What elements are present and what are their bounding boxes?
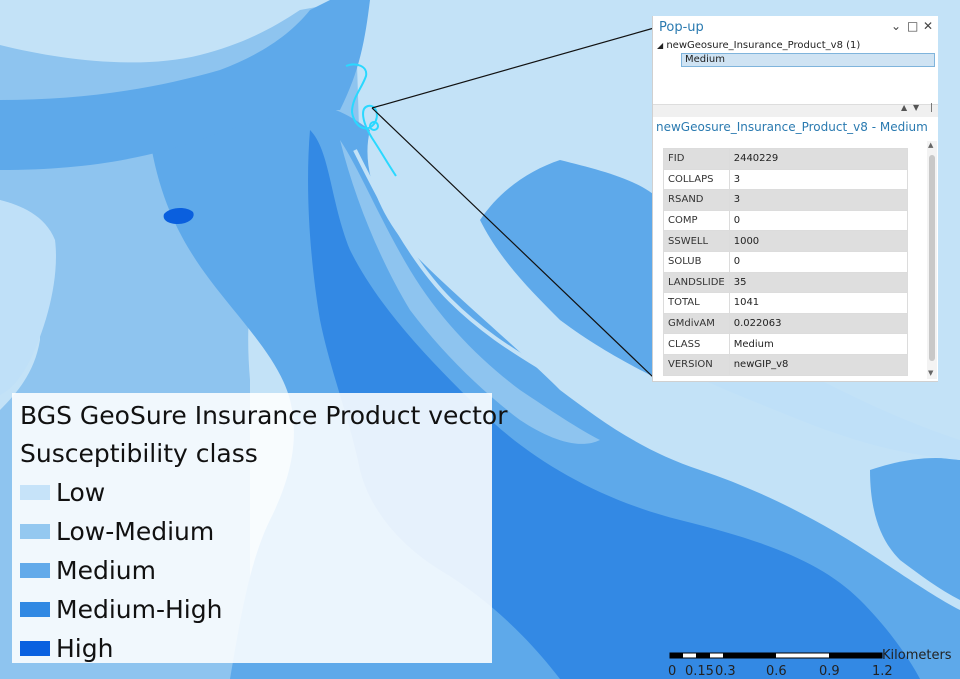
tree-expand-icon[interactable]: ◢ [657, 41, 663, 50]
attribute-field: COMP [663, 209, 730, 232]
attribute-row: COMP 0 [663, 209, 909, 232]
attribute-field: FID [663, 148, 730, 170]
popup-layer-label: newGeosure_Insurance_Product_v8 (1) [666, 40, 861, 51]
attribute-field: VERSION [663, 353, 730, 376]
attribute-value: 35 [728, 271, 909, 294]
attribute-row: FID 2440229 [663, 148, 909, 170]
attribute-field: RSAND [663, 189, 730, 211]
popup-title: Pop-up [659, 20, 704, 35]
attribute-field: SOLUB [663, 250, 730, 273]
attribute-value: 1041 [728, 292, 909, 314]
attribute-field: SSWELL [663, 230, 730, 252]
attribute-row: VERSION newGIP_v8 [663, 353, 909, 376]
scrollbar-down-icon[interactable]: ▼ [928, 369, 933, 377]
attribute-field: LANDSLIDE [663, 271, 730, 294]
attribute-field: GMdivAM [663, 312, 730, 335]
scale-bar-label: 1.2 [872, 664, 893, 679]
scale-bar-unit: Kilometers [882, 648, 952, 663]
legend-label-high: High [56, 633, 114, 663]
attribute-row: TOTAL 1041 [663, 292, 909, 314]
scale-bar-label: 0 [668, 664, 677, 679]
legend-swatch-medium-high [20, 601, 50, 617]
popup-layer-node[interactable]: ◢ newGeosure_Insurance_Product_v8 (1) [657, 40, 860, 51]
legend-item-low: Low [20, 475, 105, 509]
attribute-field: COLLAPS [663, 168, 730, 191]
attribute-row: CLASS Medium [663, 333, 909, 355]
attribute-value: 3 [728, 168, 909, 191]
popup-panel: Pop-up ⌄ □ ✕ ◢ newGeosure_Insurance_Prod… [652, 16, 938, 382]
attribute-value: newGIP_v8 [728, 353, 909, 376]
map-legend: BGS GeoSure Insurance Product vector Sus… [12, 393, 508, 665]
legend-label-medium: Medium [56, 555, 156, 585]
attribute-value: 3 [728, 189, 909, 211]
attribute-row: LANDSLIDE 35 [663, 271, 909, 294]
popup-scrollbar[interactable]: ▲ ▼ [927, 141, 937, 379]
legend-subtitle: Susceptibility class [20, 439, 258, 468]
scale-bar: Kilometers 0 0.15 0.3 0.6 0.9 1.2 [668, 646, 958, 679]
popup-feature-header: newGeosure_Insurance_Product_v8 - Medium [656, 120, 928, 134]
attribute-row: COLLAPS 3 [663, 168, 909, 191]
scrollbar-up-icon[interactable]: ▲ [928, 141, 933, 149]
scrollbar-thumb[interactable] [929, 155, 935, 361]
scale-bar-label: 0.3 [715, 664, 736, 679]
attribute-row: GMdivAM 0.022063 [663, 312, 909, 335]
attribute-row: RSAND 3 [663, 189, 909, 211]
splitter-handle-icon[interactable]: | [930, 103, 933, 113]
legend-swatch-low-medium [20, 523, 50, 539]
scroll-down-icon[interactable]: ▼ [913, 103, 919, 112]
attribute-row: SOLUB 0 [663, 250, 909, 273]
attribute-value: 0 [728, 209, 909, 232]
attribute-field: TOTAL [663, 292, 730, 314]
legend-label-low-medium: Low-Medium [56, 516, 215, 546]
attribute-value: 0.022063 [728, 312, 909, 335]
legend-label-low: Low [56, 477, 106, 507]
legend-label-medium-high: Medium-High [56, 594, 223, 624]
legend-item-high: High [20, 631, 113, 665]
close-icon[interactable]: ✕ [923, 19, 933, 33]
chevron-down-icon[interactable]: ⌄ [891, 19, 901, 33]
attribute-value: Medium [728, 333, 909, 355]
scale-bar-label: 0.9 [819, 664, 840, 679]
legend-item-medium: Medium [20, 553, 156, 587]
popup-selected-feature[interactable]: Medium [681, 53, 935, 67]
legend-swatch-low [20, 484, 50, 500]
maximize-icon[interactable]: □ [907, 19, 918, 33]
scale-bar-label: 0.6 [766, 664, 787, 679]
legend-item-medium-high: Medium-High [20, 592, 222, 626]
legend-swatch-high [20, 640, 50, 656]
attribute-field: CLASS [663, 333, 730, 355]
legend-item-low-medium: Low-Medium [20, 514, 214, 548]
attribute-row: SSWELL 1000 [663, 230, 909, 252]
attribute-table: FID 2440229 COLLAPS 3 RSAND 3 COMP 0 SSWELL 1000 S… [663, 148, 909, 376]
attribute-value: 2440229 [728, 148, 909, 170]
scroll-up-icon[interactable]: ▲ [901, 103, 907, 112]
scale-bar-label: 0.15 [685, 664, 714, 679]
legend-swatch-medium [20, 562, 50, 578]
popup-splitter[interactable]: ▲ ▼ | [653, 103, 938, 117]
attribute-value: 0 [728, 250, 909, 273]
attribute-value: 1000 [728, 230, 909, 252]
legend-title: BGS GeoSure Insurance Product vector [20, 401, 508, 430]
